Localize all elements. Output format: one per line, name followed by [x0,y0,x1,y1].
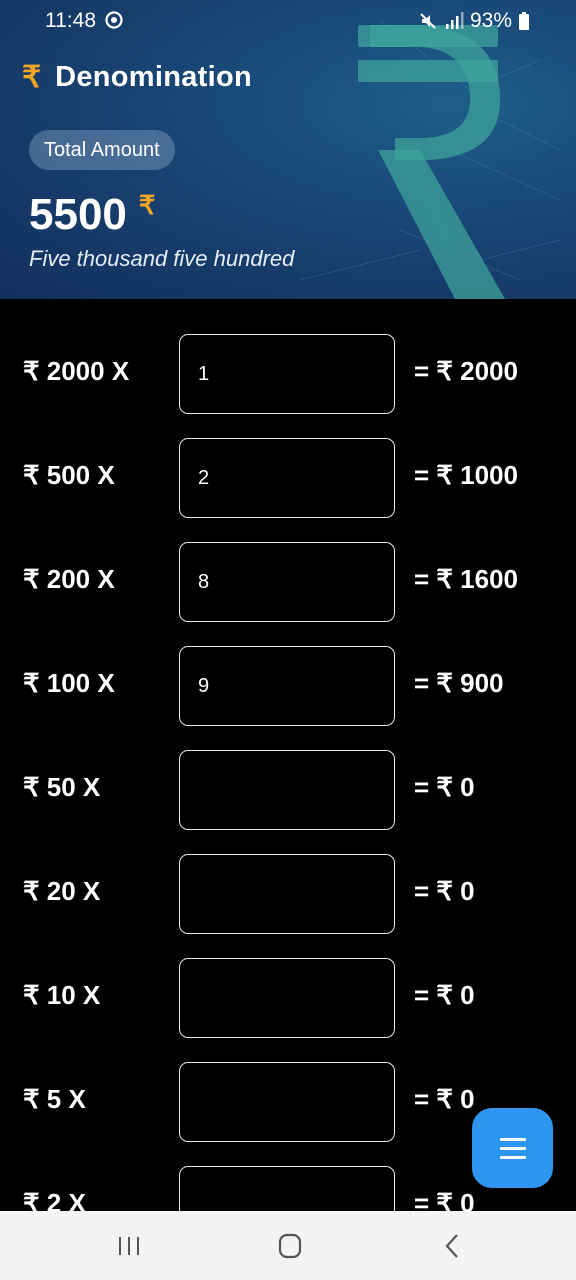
row-result: = ₹ 0 [414,980,475,1010]
quantity-field[interactable] [179,1062,395,1142]
denomination-label: ₹ 200 X [23,564,115,594]
signal-icon [445,12,464,29]
quantity-input[interactable] [180,1063,394,1141]
quantity-input[interactable] [180,543,394,621]
quantity-input[interactable] [180,855,394,933]
total-amount-chip: Total Amount [29,130,175,170]
denomination-label: ₹ 50 X [23,772,101,802]
denomination-label: ₹ 10 X [23,980,101,1010]
denomination-label: ₹ 5 X [23,1084,86,1114]
menu-fab-button[interactable] [472,1108,553,1188]
denomination-row: ₹ 20 X = ₹ 0 [0,854,576,934]
status-indicators: 93% [418,9,530,33]
denomination-row: ₹ 10 X = ₹ 0 [0,958,576,1038]
quantity-field[interactable] [179,1166,395,1211]
denomination-row: ₹ 200 X = ₹ 1600 [0,542,576,622]
denomination-label: ₹ 2 X [23,1188,86,1211]
denomination-row: ₹ 50 X = ₹ 0 [0,750,576,830]
denomination-label: ₹ 500 X [23,460,115,490]
status-bar: 11:48 93% [0,0,576,42]
quantity-input[interactable] [180,335,394,413]
quantity-input[interactable] [180,439,394,517]
denomination-list[interactable]: ₹ 2000 X = ₹ 2000 ₹ 500 X = ₹ 1000 ₹ 200… [0,299,576,1211]
row-result: = ₹ 1600 [414,564,519,594]
row-result: = ₹ 0 [414,1188,475,1211]
sync-icon [105,11,123,29]
row-result: = ₹ 0 [414,876,475,906]
row-result: = ₹ 1000 [414,460,519,490]
denomination-label: ₹ 20 X [23,876,101,906]
rupee-icon: ₹ [138,190,156,220]
quantity-input[interactable] [180,647,394,725]
recent-apps-icon[interactable] [109,1231,149,1261]
total-amount-value: 5500 [29,190,127,239]
quantity-input[interactable] [180,959,394,1037]
status-time: 11:48 [45,9,96,32]
row-result: = ₹ 900 [414,668,504,698]
denomination-row: ₹ 100 X = ₹ 900 [0,646,576,726]
denomination-row: ₹ 2000 X = ₹ 2000 [0,334,576,414]
page-title: Denomination [55,61,253,93]
row-result: = ₹ 0 [414,772,475,802]
home-icon[interactable] [270,1231,310,1261]
rupee-icon: ₹ [22,61,42,94]
quantity-input[interactable] [180,751,394,829]
quantity-field[interactable] [179,750,395,830]
row-result: = ₹ 0 [414,1084,475,1114]
quantity-field[interactable] [179,438,395,518]
header: 11:48 93% ₹ Denomination Total Amount 55… [0,0,576,299]
denomination-label: ₹ 2000 X [23,356,130,386]
quantity-field[interactable] [179,854,395,934]
quantity-field[interactable] [179,958,395,1038]
quantity-field[interactable] [179,646,395,726]
app-title: ₹ Denomination [22,60,252,95]
quantity-input[interactable] [180,1167,394,1211]
menu-icon [499,1135,526,1162]
total-amount: 5500 ₹ [29,190,155,240]
amount-in-words: Five thousand five hundred [29,246,295,271]
battery-icon [519,12,529,30]
quantity-field[interactable] [179,334,395,414]
back-icon[interactable] [432,1231,472,1261]
mute-icon [420,13,436,29]
quantity-field[interactable] [179,542,395,622]
denomination-row: ₹ 500 X = ₹ 1000 [0,438,576,518]
system-nav-bar [0,1211,576,1280]
row-result: = ₹ 2000 [414,356,519,386]
battery-percent: 93% [469,9,512,32]
denomination-label: ₹ 100 X [23,668,115,698]
